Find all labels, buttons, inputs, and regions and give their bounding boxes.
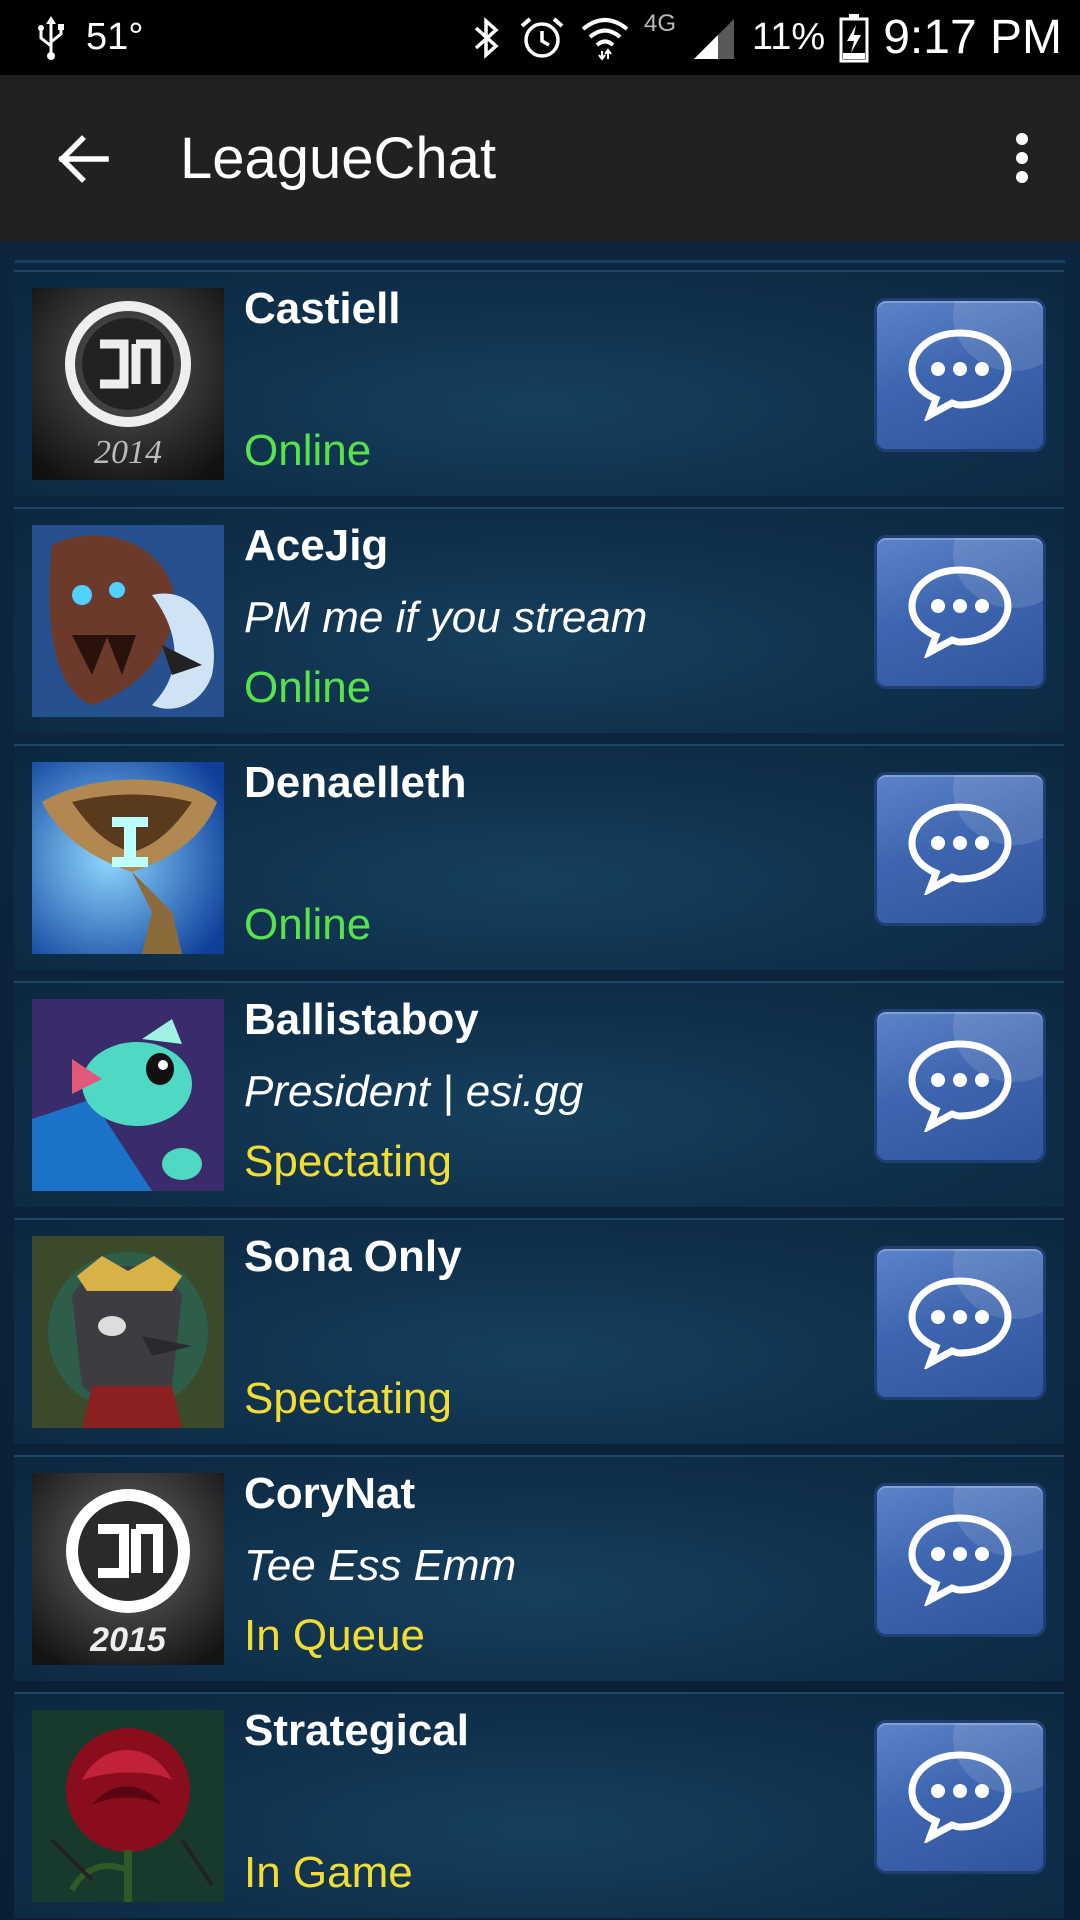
friend-presence: In Game [244, 1848, 413, 1897]
battery-charging-icon [839, 13, 869, 63]
wifi-icon [580, 15, 630, 61]
chat-button[interactable] [874, 772, 1046, 926]
tsm-2015-icon: 2015 [32, 1473, 224, 1665]
chat-bubble-icon [904, 1510, 1016, 1611]
friend-row[interactable]: Ballistaboy President | esi.gg Spectatin… [14, 981, 1064, 1207]
chat-bubble-icon [904, 1036, 1016, 1137]
chat-bubble-icon [904, 325, 1016, 426]
friend-name: AceJig [244, 521, 389, 570]
friend-name: Denaelleth [244, 758, 467, 807]
friend-status-message: President | esi.gg [244, 1067, 584, 1116]
app-bar: LeagueChat [0, 75, 1080, 242]
friend-name: CoryNat [244, 1469, 416, 1518]
list-top-divider [15, 260, 1065, 263]
friend-name: Sona Only [244, 1232, 462, 1281]
more-vertical-icon [1014, 132, 1030, 189]
trophy-icon [32, 762, 224, 954]
app-title: LeagueChat [180, 126, 497, 191]
chat-button[interactable] [874, 298, 1046, 452]
chat-button[interactable] [874, 535, 1046, 689]
champion-monster-icon [32, 525, 224, 717]
overflow-menu-button[interactable] [1002, 130, 1042, 190]
chat-bubble-icon [904, 562, 1016, 663]
network-type-text: 4G [643, 10, 676, 37]
signal-icon [690, 15, 738, 61]
friend-row[interactable]: Sona Only Spectating [14, 1218, 1064, 1444]
friend-status-message: Tee Ess Emm [244, 1541, 517, 1590]
friends-list[interactable]: 2014 Castiell Online AceJig PM me if you… [0, 242, 1080, 1920]
friend-name: Strategical [244, 1706, 469, 1755]
friend-presence: Spectating [244, 1374, 452, 1423]
svg-text:2015: 2015 [89, 1621, 167, 1659]
back-button[interactable] [52, 129, 116, 193]
bluetooth-icon [470, 15, 504, 61]
clock-text: 9:17 PM [883, 11, 1062, 64]
arrow-left-icon [58, 134, 110, 188]
chat-bubble-icon [904, 1747, 1016, 1848]
chat-button[interactable] [874, 1246, 1046, 1400]
alarm-icon [518, 14, 566, 62]
friend-name: Ballistaboy [244, 995, 479, 1044]
friend-row[interactable]: 2014 Castiell Online [14, 270, 1064, 496]
chat-button[interactable] [874, 1009, 1046, 1163]
temperature-text: 51° [86, 16, 144, 58]
tsm-2014-icon: 2014 [32, 288, 224, 480]
chat-bubble-icon [904, 1273, 1016, 1374]
battery-percent-text: 11% [751, 16, 826, 58]
friend-name: Castiell [244, 284, 401, 333]
poro-bird-icon [32, 999, 224, 1191]
friend-presence: Spectating [244, 1137, 452, 1186]
friend-row[interactable]: 2015 CoryNat Tee Ess Emm In Queue [14, 1455, 1064, 1681]
rose-icon [32, 1710, 224, 1902]
friend-status-message: PM me if you stream [244, 593, 648, 642]
friend-row[interactable]: Strategical In Game [14, 1692, 1064, 1918]
friend-presence: Online [244, 426, 372, 475]
friend-row[interactable]: AceJig PM me if you stream Online [14, 507, 1064, 733]
crowned-bird-icon [32, 1236, 224, 1428]
friend-presence: Online [244, 663, 372, 712]
friend-presence: Online [244, 900, 372, 949]
status-bar: 51° 4G 11% 9:17 PM [0, 0, 1080, 75]
chat-button[interactable] [874, 1720, 1046, 1874]
svg-text:2014: 2014 [94, 434, 162, 471]
friend-row[interactable]: Denaelleth Online [14, 744, 1064, 970]
chat-bubble-icon [904, 799, 1016, 900]
usb-icon [34, 15, 68, 60]
friend-presence: In Queue [244, 1611, 426, 1660]
chat-button[interactable] [874, 1483, 1046, 1637]
